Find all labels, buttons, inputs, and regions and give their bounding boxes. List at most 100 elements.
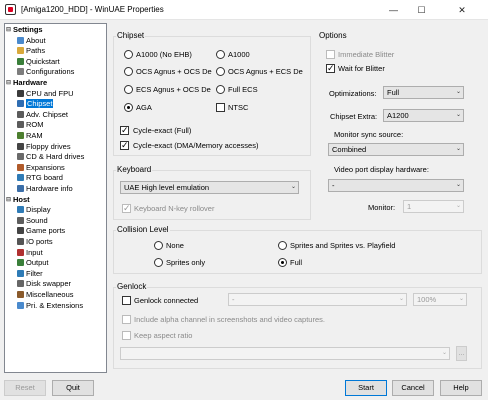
- collapse-icon[interactable]: ⊟: [6, 195, 13, 205]
- close-button[interactable]: ✕: [436, 0, 488, 20]
- tree-settings[interactable]: ⊟ Settings: [6, 25, 43, 35]
- cancel-button[interactable]: Cancel: [392, 380, 434, 396]
- monitor-dropdown[interactable]: 1 ⌄: [403, 200, 464, 213]
- immediate-blitter-checkbox[interactable]: [326, 50, 335, 59]
- tree-item-label: Filter: [26, 268, 43, 278]
- tree-item-label: RTG board: [26, 173, 63, 183]
- options-group-title: Options: [318, 31, 348, 40]
- tree-hardware[interactable]: ⊟ Hardware: [6, 78, 47, 88]
- chevron-down-icon: ⌄: [455, 89, 461, 95]
- video-port-dropdown[interactable]: - ⌄: [328, 179, 464, 192]
- tree-expansions[interactable]: Expansions: [17, 163, 65, 173]
- collision-group-title: Collision Level: [116, 225, 170, 234]
- genlock-connected-checkbox[interactable]: [122, 296, 131, 305]
- cycle-exact-dma-checkbox[interactable]: [120, 139, 129, 151]
- collision-radio-none[interactable]: [154, 241, 163, 250]
- keyboard-mode-dropdown[interactable]: UAE High level emulation ⌄: [120, 181, 299, 194]
- priority-icon: [17, 301, 24, 309]
- tree-io-ports[interactable]: IO ports: [17, 237, 53, 247]
- chipset-radio-ocs-ecs[interactable]: [216, 67, 225, 76]
- tree-pri-ext[interactable]: Pri. & Extensions: [17, 301, 83, 311]
- settings-tree[interactable]: ⊟ Settings About Paths Quickstart Configurati…: [4, 23, 107, 373]
- chip-icon: [17, 110, 24, 118]
- collapse-icon[interactable]: ⊟: [6, 78, 13, 88]
- joystick-icon: [17, 227, 24, 235]
- tree-item-label: Disk swapper: [26, 279, 72, 289]
- chipset-radio-a1000-noehb[interactable]: [124, 50, 133, 59]
- collision-radio-full[interactable]: [278, 258, 287, 267]
- tree-item-label: CD & Hard drives: [26, 152, 85, 162]
- reset-button[interactable]: Reset: [4, 380, 46, 396]
- chipset-group-title: Chipset: [116, 31, 146, 40]
- collision-label-none: None: [166, 241, 184, 250]
- tree-item-label: Output: [26, 258, 49, 268]
- tree-host[interactable]: ⊟ Host: [6, 195, 30, 205]
- tree-floppy[interactable]: Floppy drives: [17, 142, 71, 152]
- rom-icon: [17, 121, 24, 129]
- genlock-connected-label: Genlock connected: [134, 296, 199, 305]
- minimize-button[interactable]: —: [380, 0, 407, 20]
- wait-for-blitter-checkbox[interactable]: [326, 62, 335, 74]
- config-icon: [17, 68, 24, 76]
- info-icon: [17, 36, 24, 44]
- tree-rom[interactable]: ROM: [17, 120, 44, 130]
- alpha-channel-checkbox[interactable]: [122, 315, 131, 324]
- keep-aspect-checkbox[interactable]: [122, 331, 131, 340]
- tree-rtg[interactable]: RTG board: [17, 173, 63, 183]
- genlock-group-title: Genlock: [116, 282, 148, 291]
- tree-adv-chipset[interactable]: Adv. Chipset: [17, 110, 68, 120]
- chipset-radio-ecs-ocs[interactable]: [124, 85, 133, 94]
- genlock-mix-dropdown[interactable]: 100% ⌄: [413, 293, 467, 306]
- chipset-extra-value: A1200: [387, 111, 409, 120]
- tree-hw-info[interactable]: Hardware info: [17, 184, 73, 194]
- chipset-radio-a1000[interactable]: [216, 50, 225, 59]
- tree-input[interactable]: Input: [17, 248, 43, 258]
- tree-sound[interactable]: Sound: [17, 216, 48, 226]
- tree-quickstart[interactable]: Quickstart: [17, 57, 60, 67]
- chipset-extra-label: Chipset Extra:: [330, 112, 378, 121]
- genlock-mode-dropdown[interactable]: - ⌄: [228, 293, 407, 306]
- monitor-sync-dropdown[interactable]: Combined ⌄: [328, 143, 464, 156]
- chevron-down-icon: ⌄: [290, 184, 296, 190]
- genlock-mix-value: 100%: [417, 295, 437, 304]
- collision-radio-sprites-only[interactable]: [154, 258, 163, 267]
- chevron-down-icon: ⌄: [398, 296, 404, 302]
- chipset-extra-dropdown[interactable]: A1200 ⌄: [383, 109, 464, 122]
- tree-output[interactable]: Output: [17, 258, 49, 268]
- tree-about[interactable]: About: [17, 36, 46, 46]
- maximize-button[interactable]: ☐: [408, 0, 435, 20]
- optimizations-dropdown[interactable]: Full ⌄: [383, 86, 464, 99]
- genlock-browse-button[interactable]: ...: [456, 346, 467, 361]
- tree-disk-swapper[interactable]: Disk swapper: [17, 279, 71, 289]
- collision-label-sprites-playfield: Sprites and Sprites vs. Playfield: [290, 241, 396, 250]
- tree-configurations[interactable]: Configurations: [17, 67, 74, 77]
- tree-paths[interactable]: Paths: [17, 46, 45, 56]
- tree-chipset[interactable]: Chipset: [17, 99, 54, 109]
- collapse-icon[interactable]: ⊟: [6, 25, 13, 35]
- help-button[interactable]: Help: [440, 380, 482, 396]
- tree-ram[interactable]: RAM: [17, 131, 43, 141]
- nkey-rollover-checkbox[interactable]: [122, 202, 131, 214]
- tree-game-ports[interactable]: Game ports: [17, 226, 65, 236]
- tree-filter[interactable]: Filter: [17, 269, 43, 279]
- tree-misc[interactable]: Miscellaneous: [17, 290, 74, 300]
- collision-group: [113, 230, 482, 274]
- start-button[interactable]: Start: [345, 380, 387, 396]
- cycle-exact-full-checkbox[interactable]: [120, 124, 129, 136]
- ntsc-checkbox[interactable]: [216, 103, 225, 112]
- chipset-label-a1000: A1000: [228, 50, 250, 59]
- quit-button[interactable]: Quit: [52, 380, 94, 396]
- collision-radio-sprites-playfield[interactable]: [278, 241, 287, 250]
- tree-display[interactable]: Display: [17, 205, 51, 215]
- optimizations-label: Optimizations:: [329, 89, 377, 98]
- tree-item-label: Configurations: [26, 67, 75, 77]
- chipset-radio-aga[interactable]: [124, 103, 133, 112]
- tree-cd-hd[interactable]: CD & Hard drives: [17, 152, 84, 162]
- winuae-app-icon: [5, 4, 16, 15]
- cpu-icon: [17, 89, 24, 97]
- keyboard-group-title: Keyboard: [116, 165, 153, 174]
- genlock-file-dropdown[interactable]: ⌄: [120, 347, 450, 360]
- chipset-radio-full-ecs[interactable]: [216, 85, 225, 94]
- chipset-radio-ocs-ocs[interactable]: [124, 67, 133, 76]
- tree-cpu-fpu[interactable]: CPU and FPU: [17, 89, 74, 99]
